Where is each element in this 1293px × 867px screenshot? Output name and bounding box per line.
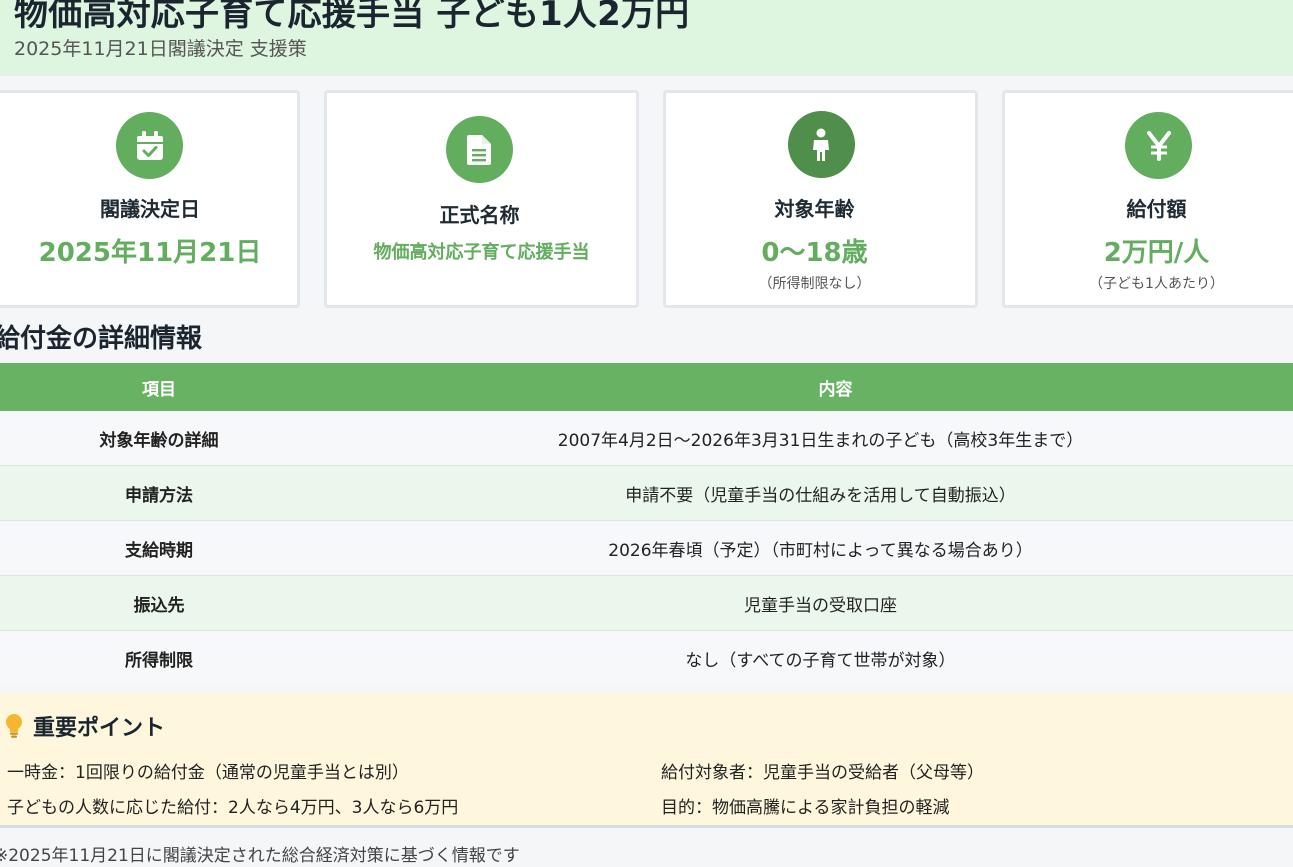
- card-note: （所得制限なし）: [758, 276, 871, 292]
- card-value: 0〜18歳: [761, 238, 868, 268]
- yen-icon: [1125, 112, 1192, 179]
- footer-note: ※2025年11月21日に閣議決定された総合経済対策に基づく情報です: [0, 846, 520, 866]
- card-label: 閣議決定日: [100, 197, 200, 221]
- important-points-box: 重要ポイント 一時金：1回限りの給付金（通常の児童手当とは別） 給付対象者：児童…: [0, 693, 1293, 828]
- page-header: 物価高対応子育て応援手当 子ども1人2万円 2025年11月21日閣議決定 支援…: [0, 0, 1293, 76]
- table-row: 所得制限 なし（すべての子育て世帯が対象）: [0, 630, 1293, 685]
- row-item: 所得制限: [0, 630, 318, 685]
- column-header-item: 項目: [0, 363, 318, 411]
- row-content: 児童手当の受取口座: [318, 575, 1293, 631]
- table-row: 振込先 児童手当の受取口座: [0, 575, 1293, 631]
- point-item: 子どもの人数に応じた給付：2人なら4万円、3人なら6万円: [7, 798, 459, 818]
- page-subtitle: 2025年11月21日閣議決定 支援策: [14, 38, 307, 60]
- card-label: 正式名称: [439, 203, 520, 227]
- page-title: 物価高対応子育て応援手当 子ども1人2万円: [14, 0, 690, 34]
- card-note: （子ども1人あたり）: [1089, 276, 1224, 292]
- row-item: 対象年齢の詳細: [0, 411, 318, 466]
- table-row: 支給時期 2026年春頃（予定）（市町村によって異なる場合あり）: [0, 520, 1293, 576]
- card-value: 2万円/人: [1103, 238, 1210, 268]
- point-item: 目的：物価高騰による家計負担の軽減: [661, 798, 950, 818]
- child-icon: [787, 111, 855, 178]
- calendar-check-icon: [116, 112, 183, 179]
- table-row: 対象年齢の詳細 2007年4月2日〜2026年3月31日生まれの子ども（高校3年…: [0, 411, 1293, 466]
- row-item: 振込先: [0, 575, 318, 631]
- card-value: 2025年11月21日: [38, 238, 262, 268]
- card-value: 物価高対応子育て応援手当: [373, 242, 590, 263]
- info-card-target-age: 対象年齢 0〜18歳 （所得制限なし）: [663, 90, 978, 308]
- point-item: 一時金：1回限りの給付金（通常の児童手当とは別）: [7, 763, 409, 783]
- info-card-amount: 給付額 2万円/人 （子ども1人あたり）: [1002, 90, 1293, 308]
- row-item: 支給時期: [0, 520, 318, 576]
- row-content: 申請不要（児童手当の仕組みを活用して自動振込）: [318, 465, 1293, 521]
- point-item: 給付対象者：児童手当の受給者（父母等）: [661, 763, 984, 783]
- table-row: 申請方法 申請不要（児童手当の仕組みを活用して自動振込）: [0, 465, 1293, 521]
- row-content: 2007年4月2日〜2026年3月31日生まれの子ども（高校3年生まで）: [318, 411, 1293, 466]
- row-item: 申請方法: [0, 465, 318, 521]
- document-icon: [445, 116, 513, 183]
- card-label: 給付額: [1126, 197, 1187, 221]
- details-table: 項目 内容 対象年齢の詳細 2007年4月2日〜2026年3月31日生まれの子ど…: [0, 363, 1293, 685]
- info-card-decision-date: 閣議決定日 2025年11月21日: [0, 90, 300, 308]
- card-label: 対象年齢: [774, 197, 855, 221]
- details-section-title: 給付金の詳細情報: [0, 324, 203, 354]
- row-content: なし（すべての子育て世帯が対象）: [318, 630, 1293, 685]
- info-card-official-name: 正式名称 物価高対応子育て応援手当: [324, 90, 639, 308]
- lightbulb-icon: [5, 713, 23, 743]
- column-header-content: 内容: [318, 363, 1293, 411]
- table-header-row: 項目 内容: [0, 363, 1293, 411]
- points-title: 重要ポイント: [33, 716, 166, 741]
- row-content: 2026年春頃（予定）（市町村によって異なる場合あり）: [318, 520, 1293, 576]
